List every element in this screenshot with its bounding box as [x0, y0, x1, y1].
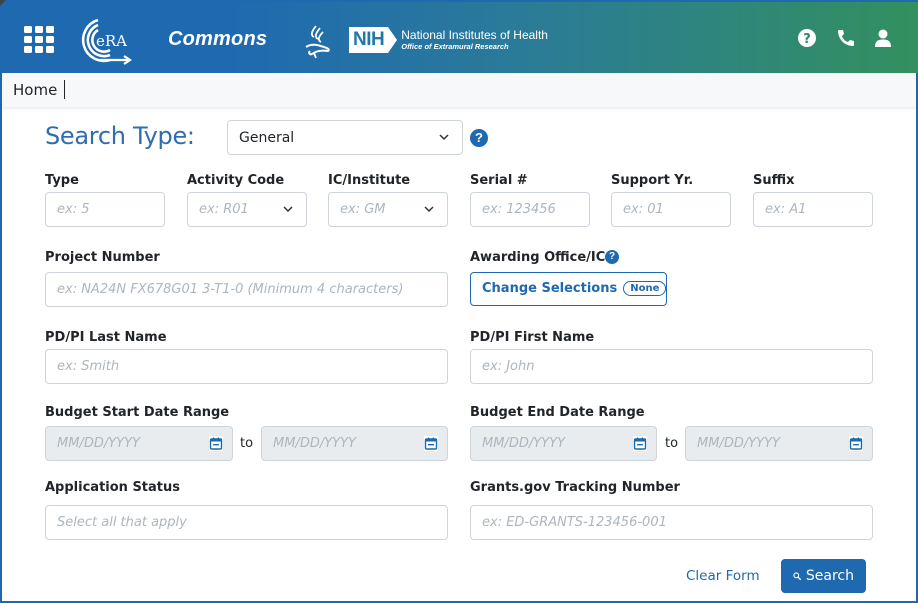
grants-tracking-placeholder: ex: ED-GRANTS-123456-001 [482, 515, 667, 530]
pi-last-name-placeholder: ex: Smith [57, 359, 120, 374]
awarding-office-help-icon[interactable]: ? [605, 250, 619, 264]
apps-grid-icon[interactable] [24, 26, 54, 53]
awarding-office-label: Awarding Office/IC [470, 250, 606, 265]
budget-end-to-placeholder: MM/DD/YYYY [697, 436, 780, 451]
budget-end-from-input[interactable]: MM/DD/YYYY [470, 426, 657, 461]
budget-start-from-input[interactable]: MM/DD/YYYY [45, 426, 233, 461]
support-yr-label: Support Yr. [611, 173, 694, 188]
user-icon[interactable] [873, 28, 893, 48]
grants-tracking-label: Grants.gov Tracking Number [470, 480, 680, 495]
budget-start-to-input[interactable]: MM/DD/YYYY [261, 426, 448, 461]
budget-end-label: Budget End Date Range [470, 405, 645, 420]
budget-start-to-label: to [240, 436, 254, 451]
calendar-icon[interactable] [424, 436, 438, 451]
search-type-label: Search Type: [45, 122, 195, 150]
app-name: Commons [168, 28, 268, 50]
pi-first-name-placeholder: ex: John [482, 359, 535, 374]
calendar-icon[interactable] [209, 436, 223, 451]
breadcrumb: Home [2, 73, 916, 107]
support-yr-input[interactable]: ex: 01 [611, 192, 731, 227]
serial-label: Serial # [470, 173, 528, 188]
window-corner [0, 0, 6, 6]
budget-start-from-placeholder: MM/DD/YYYY [57, 436, 140, 451]
pi-first-name-input[interactable]: ex: John [470, 349, 873, 384]
search-type-select[interactable]: General [227, 120, 463, 155]
search-type-help-icon[interactable]: ? [470, 129, 488, 147]
project-number-label: Project Number [45, 250, 160, 265]
nih-logo[interactable]: NIH National Institutes of Health Office… [349, 26, 548, 54]
clear-form-link[interactable]: Clear Form [686, 568, 760, 584]
project-number-placeholder: ex: NA24N FX678G01 3-T1-0 (Minimum 4 cha… [57, 282, 404, 297]
type-input[interactable]: ex: 5 [45, 192, 165, 227]
activity-code-label: Activity Code [187, 173, 285, 188]
chevron-down-icon [424, 206, 434, 213]
search-type-value: General [239, 130, 295, 146]
search-button[interactable]: Search [781, 559, 866, 593]
application-status-multiselect[interactable]: Select all that apply [45, 505, 448, 540]
era-logo-text: eRA [96, 32, 127, 50]
search-icon [793, 572, 801, 581]
budget-end-from-placeholder: MM/DD/YYYY [482, 436, 565, 451]
app-header: eRA Commons NIH National Institutes of H… [0, 0, 918, 73]
breadcrumb-home[interactable]: Home [13, 81, 57, 99]
budget-end-to-label: to [665, 436, 679, 451]
project-number-input[interactable]: ex: NA24N FX678G01 3-T1-0 (Minimum 4 cha… [45, 272, 448, 307]
budget-end-to-input[interactable]: MM/DD/YYYY [685, 426, 873, 461]
pi-first-name-label: PD/PI First Name [470, 330, 595, 345]
pi-last-name-label: PD/PI Last Name [45, 330, 167, 345]
application-status-placeholder: Select all that apply [57, 515, 187, 530]
chevron-down-icon [283, 206, 293, 213]
grants-tracking-input[interactable]: ex: ED-GRANTS-123456-001 [470, 505, 873, 540]
nih-name: National Institutes of Health [401, 28, 548, 42]
application-status-label: Application Status [45, 480, 181, 495]
ic-institute-label: IC/Institute [328, 173, 411, 188]
hhs-eagle-icon [305, 25, 330, 59]
era-logo[interactable]: eRA [70, 14, 136, 66]
serial-input[interactable]: ex: 123456 [470, 192, 590, 227]
type-label: Type [45, 173, 79, 188]
phone-icon[interactable] [836, 28, 856, 48]
budget-start-to-placeholder: MM/DD/YYYY [273, 436, 356, 451]
pi-last-name-input[interactable]: ex: Smith [45, 349, 448, 384]
ic-institute-select[interactable]: ex: GM [328, 192, 448, 227]
activity-code-placeholder: ex: R01 [199, 202, 249, 217]
calendar-icon[interactable] [849, 436, 863, 451]
suffix-input[interactable]: ex: A1 [753, 192, 873, 227]
change-selections-button[interactable]: Change Selections None [470, 272, 667, 306]
nih-office: Office of Extramural Research [401, 42, 509, 51]
calendar-icon[interactable] [633, 436, 647, 451]
activity-code-select[interactable]: ex: R01 [187, 192, 307, 227]
suffix-label: Suffix [753, 173, 795, 188]
nih-abbrev: NIH [349, 27, 398, 53]
ic-institute-placeholder: ex: GM [340, 202, 386, 217]
suffix-placeholder: ex: A1 [765, 202, 807, 217]
chevron-down-icon [439, 134, 449, 141]
type-placeholder: ex: 5 [57, 202, 90, 217]
change-selections-label: Change Selections [482, 281, 618, 296]
search-button-label: Search [805, 568, 854, 584]
support-yr-placeholder: ex: 01 [623, 202, 664, 217]
budget-start-label: Budget Start Date Range [45, 405, 230, 420]
selection-count-badge: None [623, 281, 667, 296]
serial-placeholder: ex: 123456 [482, 202, 556, 217]
breadcrumb-separator [64, 80, 65, 99]
help-icon[interactable]: ? [797, 28, 817, 48]
svg-text:?: ? [803, 32, 811, 47]
